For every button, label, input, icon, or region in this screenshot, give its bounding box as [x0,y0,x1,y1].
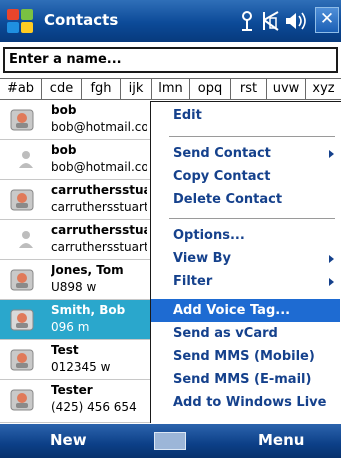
contact-name: Jones, Tom [51,263,124,277]
menu-item-label: View By [173,251,232,266]
contact-name: carruthersstuart [51,183,147,197]
contact-person-icon [19,151,33,168]
contact-name: Smith, Bob [51,303,126,317]
tab-ab[interactable]: #ab [0,78,42,100]
close-button[interactable]: ✕ [315,7,339,33]
menu-item-add-voice-tag[interactable]: Add Voice Tag... [151,299,340,322]
contact-card-icon [10,309,34,331]
volume-icon [286,12,306,30]
menu-item-send-mms-mobile[interactable]: Send MMS (Mobile) [151,345,340,368]
contact-person-icon [19,231,33,248]
menu-item-view-by[interactable]: View By [151,247,340,270]
contact-name: Tester [51,383,93,397]
menu-item-edit[interactable]: Edit [151,104,340,127]
submenu-arrow-icon [329,278,334,286]
contact-name: bob [51,103,77,117]
contact-detail: 096 m [51,320,90,334]
menu-item-copy-contact[interactable]: Copy Contact [151,165,340,188]
contact-detail: carruthersstuart [51,200,147,214]
contact-card-icon [10,109,34,131]
tab-uvw[interactable]: uvw [267,78,306,100]
tab-fgh[interactable]: fgh [82,78,121,100]
connectivity-icon [242,11,252,31]
contact-name: bob [51,143,77,157]
tab-rst[interactable]: rst [231,78,267,100]
windows-start-icon[interactable] [4,6,36,36]
contact-card-icon [10,189,34,211]
contact-detail: U898 w [51,280,97,294]
contact-name: carruthersstuart [51,223,147,237]
menu-item-send-as-vcard[interactable]: Send as vCard [151,322,340,345]
title-bar: Contacts ✕ [0,0,341,42]
submenu-arrow-icon [329,150,334,158]
tab-opq[interactable]: opq [190,78,231,100]
menu-item-send-mms-email[interactable]: Send MMS (E-mail) [151,368,340,391]
contact-card-icon [10,389,34,411]
menu-item-label: Send Contact [173,146,271,161]
tab-ijk[interactable]: ijk [121,78,152,100]
alphabet-tabs: #ab cde fgh ijk lmn opq rst uvw xyz [0,78,341,100]
tab-lmn[interactable]: lmn [152,78,190,100]
contact-detail: (425) 456 654 [51,400,137,414]
contact-detail: 012345 w [51,360,111,374]
menu-item-send-contact[interactable]: Send Contact [151,142,340,165]
tab-cde[interactable]: cde [42,78,82,100]
signal-icon [263,11,279,31]
menu-separator [169,136,335,137]
tab-xyz[interactable]: xyz [306,78,341,100]
menu-item-options[interactable]: Options... [151,224,340,247]
menu-item-filter[interactable]: Filter [151,270,340,293]
contact-card-icon [10,269,34,291]
contact-name: Test [51,343,79,357]
contact-detail: bob@hotmail.com [51,160,147,174]
softkey-bar: New Menu [0,424,341,458]
menu-button[interactable]: Menu [258,431,304,449]
keyboard-icon[interactable] [154,432,186,450]
menu-separator [169,218,335,219]
search-input[interactable]: Enter a name... [3,47,338,73]
contact-card-icon [10,349,34,371]
menu-item-delete-contact[interactable]: Delete Contact [151,188,340,211]
contact-detail: bob@hotmail.com [51,120,147,134]
context-menu: Edit Send Contact Copy Contact Delete Co… [150,101,341,423]
new-button[interactable]: New [50,431,87,449]
status-icons[interactable] [238,8,312,34]
menu-item-label: Filter [173,274,213,289]
menu-item-add-to-windows-live[interactable]: Add to Windows Live [151,391,340,414]
submenu-arrow-icon [329,255,334,263]
contact-detail: carruthersstuart [51,240,147,254]
app-title: Contacts [44,11,119,29]
